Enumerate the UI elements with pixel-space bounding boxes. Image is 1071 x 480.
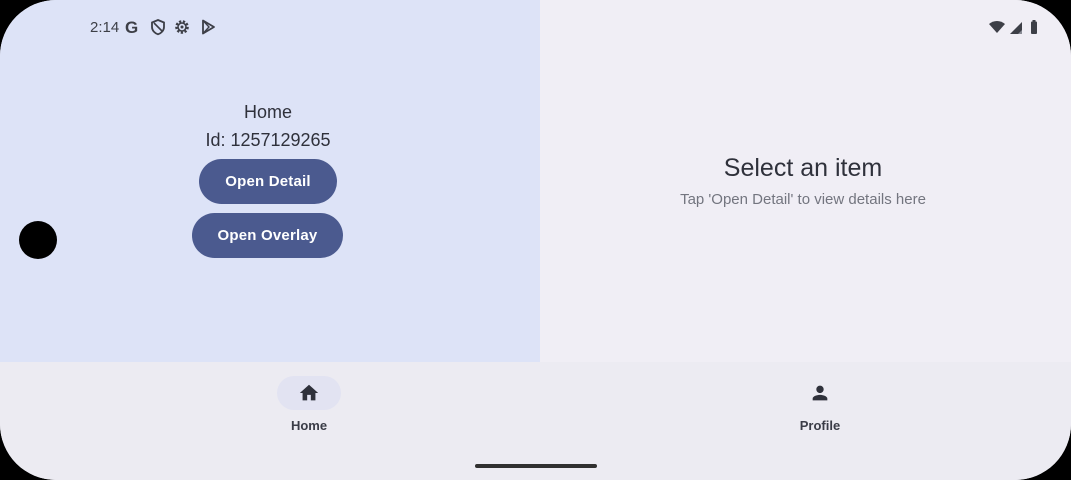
settings-gear-icon (173, 18, 191, 36)
nav-item-home[interactable]: Home (249, 374, 369, 444)
nav-label-home: Home (290, 418, 328, 433)
home-id-text: Id: 1257129265 (205, 130, 331, 150)
nav-label-profile: Profile (799, 418, 841, 433)
nav-item-profile[interactable]: Profile (760, 374, 880, 444)
bottom-navigation-bar: Home Profile (0, 362, 1071, 480)
play-store-icon (199, 18, 217, 36)
home-icon (298, 382, 320, 404)
detail-placeholder-title: Select an item (723, 154, 883, 182)
status-time: 2:14 (90, 19, 120, 36)
battery-icon (1027, 18, 1045, 36)
device-screen: 2:14 G Home Id: 1257129265 Open Detail O… (0, 0, 1071, 480)
signal-icon (1008, 18, 1026, 36)
shield-icon (149, 18, 167, 36)
status-bar: 2:14 G (0, 0, 1071, 58)
touch-indicator (19, 221, 57, 259)
person-icon (809, 382, 831, 404)
home-title: Home (243, 102, 292, 122)
gesture-navigation-handle[interactable] (475, 464, 597, 468)
detail-placeholder-subtitle: Tap 'Open Detail' to view details here (680, 191, 926, 208)
open-detail-button[interactable]: Open Detail (199, 159, 337, 204)
open-overlay-button[interactable]: Open Overlay (192, 213, 343, 258)
svg-text:G: G (125, 18, 138, 36)
google-g-icon: G (124, 18, 142, 37)
wifi-icon (988, 18, 1006, 36)
